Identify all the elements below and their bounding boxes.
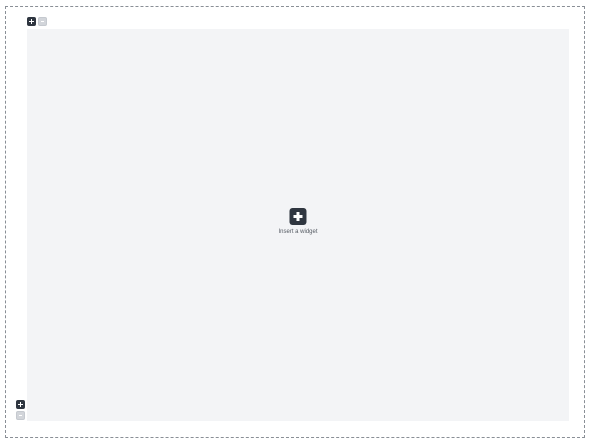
row-controls xyxy=(16,400,25,420)
widget-drop-area[interactable]: Insert a widget xyxy=(27,29,569,421)
remove-column-icon[interactable] xyxy=(38,17,47,26)
column-controls xyxy=(27,17,47,26)
insert-widget-button[interactable]: Insert a widget xyxy=(278,208,318,235)
add-column-icon[interactable] xyxy=(27,17,36,26)
remove-row-icon[interactable] xyxy=(16,411,25,420)
plus-square-icon[interactable] xyxy=(289,208,307,225)
add-row-icon[interactable] xyxy=(16,400,25,409)
insert-widget-label: Insert a widget xyxy=(278,229,318,235)
